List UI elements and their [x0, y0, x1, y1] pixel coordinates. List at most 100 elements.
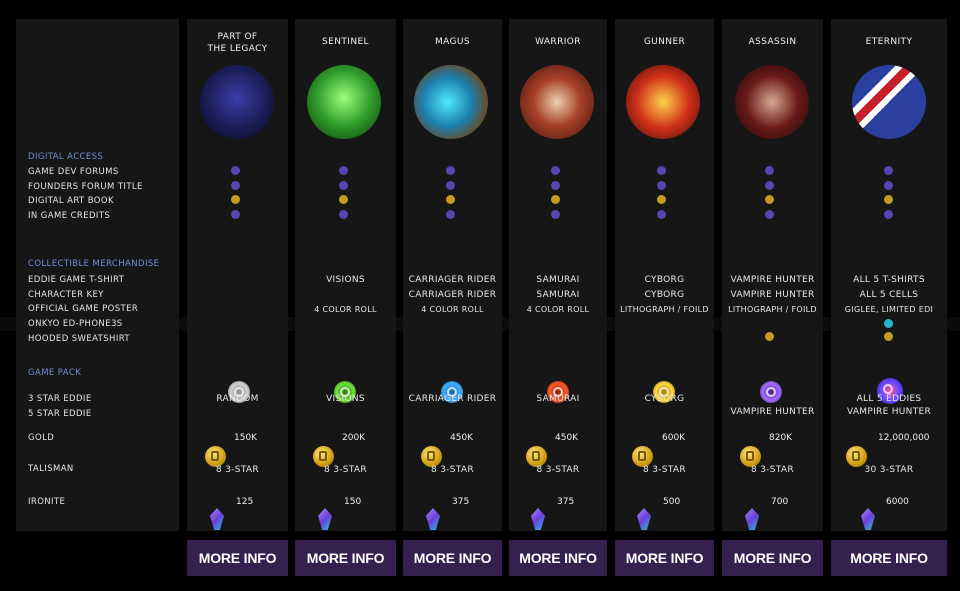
- talisman-value: 8 3-STAR: [324, 465, 367, 475]
- character-key-value: ALL 5 CELLS: [859, 290, 919, 300]
- character-key-value: CYBORG: [644, 290, 685, 300]
- dot-game-dev-forums: [551, 166, 560, 175]
- tier-column-eternity: ETERNITY ALL 5 T-SHIRTS ALL 5 CELLS GIGL…: [831, 19, 947, 531]
- tshirt-value: CARRIAGER RIDER: [408, 275, 497, 285]
- ironite-gem-icon: [426, 508, 440, 530]
- tshirt-value: VAMPIRE HUNTER: [730, 275, 815, 285]
- dot-digital-art-book: [231, 195, 240, 204]
- dot-onkyo: [884, 319, 893, 328]
- dot-founders-forum-title: [446, 181, 455, 190]
- dot-digital-art-book: [765, 195, 774, 204]
- dot-founders-forum-title: [339, 181, 348, 190]
- row-label-5-star-eddie: 5 STAR EDDIE: [28, 409, 92, 419]
- poster-value: GIGLEE, LIMITED EDI: [844, 305, 934, 314]
- row-label-in-game-credits: IN GAME CREDITS: [28, 211, 111, 221]
- gold-coin-icon: [205, 446, 226, 467]
- dot-in-game-credits: [884, 210, 893, 219]
- row-label-game-dev-forums: GAME DEV FORUMS: [28, 167, 119, 177]
- row-label-eddie-tshirt: EDDIE GAME T-SHIRT: [28, 275, 125, 285]
- ironite-gem-icon: [637, 508, 651, 530]
- row-label-gold: GOLD: [28, 433, 55, 443]
- ironite-amount: 375: [557, 497, 575, 507]
- poster-value: 4 COLOR ROLL: [421, 305, 484, 314]
- tshirt-value: SAMURAI: [536, 275, 580, 285]
- dot-game-dev-forums: [884, 166, 893, 175]
- more-info-button-warrior[interactable]: MORE INFO: [509, 540, 607, 576]
- dot-game-dev-forums: [657, 166, 666, 175]
- tier-column-magus: MAGUS CARRIAGER RIDER CARRIAGER RIDER 4 …: [403, 19, 502, 531]
- ironite-gem-icon: [861, 508, 875, 530]
- gold-amount: 450K: [555, 433, 579, 443]
- more-info-button-magus[interactable]: MORE INFO: [403, 540, 502, 576]
- section-digital-access: DIGITAL ACCESS: [28, 152, 104, 162]
- dot-digital-art-book: [884, 195, 893, 204]
- more-info-button-assassin[interactable]: MORE INFO: [722, 540, 823, 576]
- dot-hooded-sweatshirt: [765, 332, 774, 341]
- tier-column-warrior: WARRIOR SAMURAI SAMURAI 4 COLOR ROLL SAM…: [509, 19, 607, 531]
- dot-founders-forum-title: [231, 181, 240, 190]
- tier-title: SENTINEL: [322, 37, 369, 47]
- more-info-button-part-of-the-legacy[interactable]: MORE INFO: [187, 540, 288, 576]
- three-star-value: ALL 5 EDDIES: [856, 394, 922, 404]
- gold-coin-icon: [740, 446, 761, 467]
- row-label-ironite: IRONITE: [28, 497, 66, 507]
- character-key-value: SAMURAI: [536, 290, 580, 300]
- tshirt-value: VISIONS: [326, 275, 365, 285]
- dot-game-dev-forums: [446, 166, 455, 175]
- tier-title: ETERNITY: [865, 37, 913, 47]
- ironite-gem-icon: [318, 508, 332, 530]
- poster-value: LITHOGRAPH / FOILD: [728, 305, 817, 314]
- tier-avatar: [414, 65, 488, 139]
- five-star-value: VAMPIRE HUNTER: [846, 407, 932, 417]
- tier-column-part-of-the-legacy: PART OF THE LEGACY RANDOM 150K 8 3-STAR …: [187, 19, 288, 531]
- three-star-value: SAMURAI: [536, 394, 580, 404]
- talisman-value: 8 3-STAR: [216, 465, 259, 475]
- five-star-value: VAMPIRE HUNTER: [730, 407, 815, 417]
- character-key-value: VAMPIRE HUNTER: [730, 290, 815, 300]
- tier-avatar: [735, 65, 809, 139]
- dot-game-dev-forums: [339, 166, 348, 175]
- three-star-value: VISIONS: [326, 394, 365, 404]
- tier-avatar: [200, 65, 274, 139]
- dot-in-game-credits: [657, 210, 666, 219]
- section-collectible-merchandise: COLLECTIBLE MERCHANDISE: [28, 259, 160, 269]
- dot-in-game-credits: [231, 210, 240, 219]
- tier-title: GUNNER: [643, 37, 686, 47]
- gold-coin-icon: [313, 446, 334, 467]
- character-key-value: CARRIAGER RIDER: [408, 290, 497, 300]
- game-pack-badge-icon: [760, 381, 782, 403]
- ironite-amount: 700: [771, 497, 789, 507]
- gold-coin-icon: [421, 446, 442, 467]
- dot-digital-art-book: [339, 195, 348, 204]
- dot-digital-art-book: [551, 195, 560, 204]
- dot-in-game-credits: [339, 210, 348, 219]
- row-label-hooded-sweatshirt: HOODED SWEATSHIRT: [28, 334, 131, 344]
- dot-in-game-credits: [765, 210, 774, 219]
- dot-digital-art-book: [446, 195, 455, 204]
- tier-title-line2: THE LEGACY: [207, 44, 268, 54]
- ironite-amount: 375: [452, 497, 470, 507]
- tier-column-gunner: GUNNER CYBORG CYBORG LITHOGRAPH / FOILD …: [615, 19, 714, 531]
- dot-game-dev-forums: [765, 166, 774, 175]
- dot-founders-forum-title: [765, 181, 774, 190]
- poster-value: LITHOGRAPH / FOILD: [620, 305, 709, 314]
- dot-founders-forum-title: [884, 181, 893, 190]
- talisman-value: 30 3-STAR: [864, 465, 914, 475]
- row-label-character-key: CHARACTER KEY: [28, 290, 104, 300]
- gold-amount: 12,000,000: [878, 433, 930, 443]
- more-info-button-gunner[interactable]: MORE INFO: [615, 540, 714, 576]
- ironite-amount: 125: [236, 497, 254, 507]
- row-label-official-game-poster: OFFICIAL GAME POSTER: [28, 304, 139, 314]
- tier-title-line1: PART OF: [217, 32, 258, 42]
- dot-in-game-credits: [551, 210, 560, 219]
- more-info-button-eternity[interactable]: MORE INFO: [831, 540, 947, 576]
- talisman-value: 8 3-STAR: [536, 465, 580, 475]
- more-info-button-sentinel[interactable]: MORE INFO: [295, 540, 396, 576]
- talisman-value: 8 3-STAR: [643, 465, 686, 475]
- row-label-talisman: TALISMAN: [28, 464, 74, 474]
- tier-title: MAGUS: [434, 37, 471, 47]
- ironite-gem-icon: [745, 508, 759, 530]
- tier-column-assassin: ASSASSIN VAMPIRE HUNTER VAMPIRE HUNTER L…: [722, 19, 823, 531]
- row-label-digital-art-book: DIGITAL ART BOOK: [28, 196, 114, 206]
- ironite-amount: 150: [344, 497, 362, 507]
